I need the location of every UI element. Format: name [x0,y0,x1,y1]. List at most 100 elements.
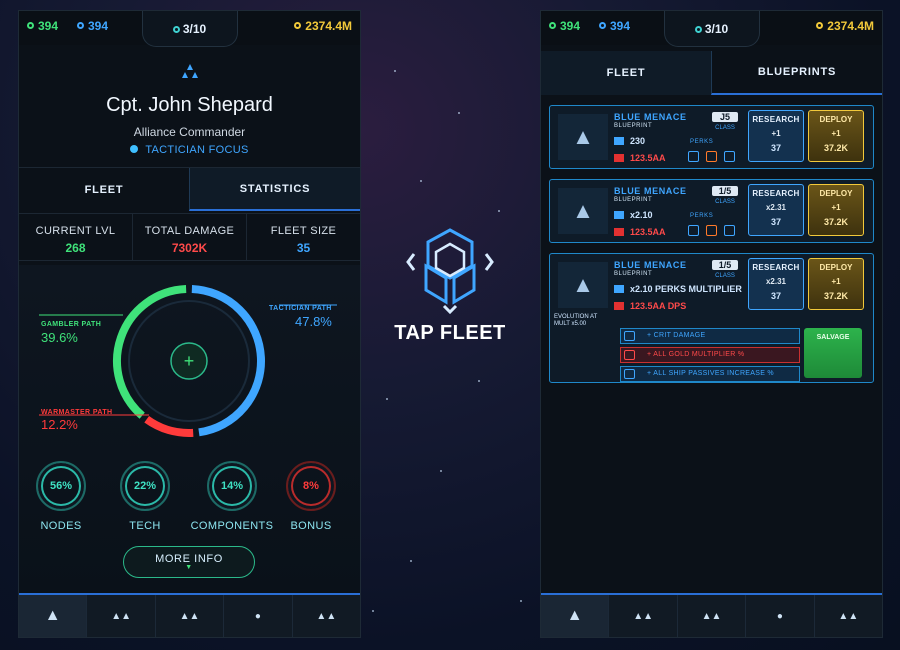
ship-stat-primary: 230 [614,136,645,146]
bottom-nav: ▲ ▲▲ ▲▲ ● ▲▲ [19,593,360,637]
perk-slot-icon[interactable] [706,151,717,162]
star [458,112,460,114]
perk-slot-icon[interactable] [688,151,699,162]
tab-bar: FLEET STATISTICS [19,167,360,211]
tab-fleet[interactable]: FLEET [541,51,711,95]
perk-row[interactable]: + CRIT DAMAGE [620,328,800,344]
nav-fleet[interactable]: ▲ [19,595,87,637]
ship-subtitle: BLUEPRINT [614,197,653,203]
perk-icon [624,331,635,341]
nav-planet[interactable]: ● [745,595,813,637]
evolution-multiplier: MULT x5.00 [554,321,587,327]
gambler-path-label: GAMBLER PATH [41,321,102,328]
alliance-insignia-icon [19,63,360,88]
nodes-stat[interactable]: 56% NODES [33,461,89,532]
ship-arrow-icon: ▲ [44,607,61,624]
research-cost: 37 [770,291,781,301]
perk-slot-icon[interactable] [724,151,735,162]
star [386,398,388,400]
blueprint-card[interactable]: ▲ BLUE MENACE BLUEPRINT J5 CLASS 230 123… [549,105,874,169]
captain-profile: Cpt. John Shepard Alliance Commander TAC… [19,63,360,156]
blueprint-card[interactable]: ▲ BLUE MENACE BLUEPRINT 1/5 CLASS x2.10 … [549,179,874,243]
class-badge: J5 [712,112,738,122]
star [478,380,480,382]
ship-stat-primary: x2.10 [614,210,653,220]
stat-label: CURRENT LVL [35,225,116,237]
stat-total-damage: TOTAL DAMAGE 7302K [133,214,247,260]
tab-fleet[interactable]: FLEET [19,168,189,211]
captain-name: Cpt. John Shepard [106,94,273,116]
evolution-label: EVOLUTION AT [554,314,598,320]
research-cost: 37 [770,217,781,227]
tactician-path-value: 47.8% [295,314,332,329]
focus-dot-icon [130,145,139,153]
focus-label: TACTICIAN FOCUS [19,144,360,156]
research-button[interactable]: RESEARCH +1 37 [748,110,804,162]
deploy-multiplier: +1 [831,203,841,212]
warmaster-path-label: WARMASTER PATH [41,409,113,416]
multiplier-icon [614,211,624,219]
ship-name: BLUE MENACE [614,260,687,270]
gold-resource: 2374.4M [816,19,874,33]
more-info-button[interactable]: MORE INFO ▼ [123,546,255,578]
perk-slot-icon[interactable] [706,225,717,236]
nav-wing[interactable]: ▲▲ [813,595,882,637]
ship-name: BLUE MENACE [614,186,687,196]
ship-thumbnail-icon: ▲ [558,114,608,160]
research-multiplier: x2.31 [765,203,787,212]
multiplier-icon [614,137,624,145]
deploy-button[interactable]: DEPLOY +1 37.2K [808,110,864,162]
research-button[interactable]: RESEARCH x2.31 37 [748,184,804,236]
blue-gem-icon [599,22,606,29]
blueprints-screen: 394 394 3/10 2374.4M FLEET BLUEPRINTS ▲ … [540,10,883,638]
bonus-stat[interactable]: 8% BONUS [283,461,339,532]
tab-blueprints[interactable]: BLUEPRINTS [711,51,882,95]
ship-stat-primary: x2.10 PERKS MULTIPLIER [614,284,742,294]
blueprint-card-expanded[interactable]: ▲ BLUE MENACE BLUEPRINT 1/5 CLASS x2.10 … [549,253,874,383]
nav-squadron[interactable]: ▲▲ [86,595,154,637]
research-multiplier: +1 [771,129,781,138]
stat-label: TOTAL DAMAGE [144,225,235,237]
perk-icon [624,350,635,360]
page-indicator: 3/10 [141,11,238,47]
perk-slot-icon[interactable] [724,225,735,236]
tab-statistics[interactable]: STATISTICS [189,168,360,211]
components-stat[interactable]: 14% COMPONENTS [187,461,277,532]
green-gem-icon [549,22,556,29]
class-badge: 1/5 [712,186,738,196]
nodes-label: NODES [40,520,82,532]
deploy-button[interactable]: DEPLOY +1 37.2K [808,258,864,310]
research-button[interactable]: RESEARCH x2.31 37 [748,258,804,310]
ship-thumbnail-icon: ▲ [558,188,608,234]
path-distribution-panel: + GAMBLER PATH 39.6% TACTICIAN PATH 47.8… [19,265,360,595]
squadron-icon: ▲▲ [111,610,131,622]
stat-current-level: CURRENT LVL 268 [19,214,133,260]
tech-stat[interactable]: 22% TECH [117,461,173,532]
ship-stat-damage: 123.5AA [614,153,666,163]
perk-slot-icon[interactable] [688,225,699,236]
blue-resource: 394 [599,19,630,33]
captain-rank: Alliance Commander [133,125,246,139]
nav-planet[interactable]: ● [223,595,291,637]
gold-coin-icon [816,22,824,29]
nav-formation[interactable]: ▲▲ [676,595,745,637]
research-label: RESEARCH [752,263,800,272]
nav-squadron[interactable]: ▲▲ [608,595,676,637]
ship-name: BLUE MENACE [614,112,687,122]
wing-icon: ▲▲ [316,610,337,622]
ship-subtitle: BLUEPRINT [614,123,653,129]
perks-label: PERKS [690,213,714,219]
salvage-button[interactable]: SALVAGE [804,328,862,378]
deploy-button[interactable]: DEPLOY +1 37.2K [808,184,864,236]
research-label: RESEARCH [752,115,800,124]
nav-formation[interactable]: ▲▲ [154,595,223,637]
star [520,600,522,602]
nav-wing[interactable]: ▲▲ [291,595,360,637]
perk-row[interactable]: + ALL GOLD MULTIPLIER % [620,347,800,363]
resource-bar: 394 394 3/10 2374.4M [541,11,882,47]
bonus-ring-icon: 8% [286,461,336,511]
nav-fleet[interactable]: ▲ [541,595,609,637]
class-label: CLASS [715,125,735,131]
perk-row[interactable]: + ALL SHIP PASSIVES INCREASE % [620,366,800,382]
research-cost: 37 [770,143,781,153]
